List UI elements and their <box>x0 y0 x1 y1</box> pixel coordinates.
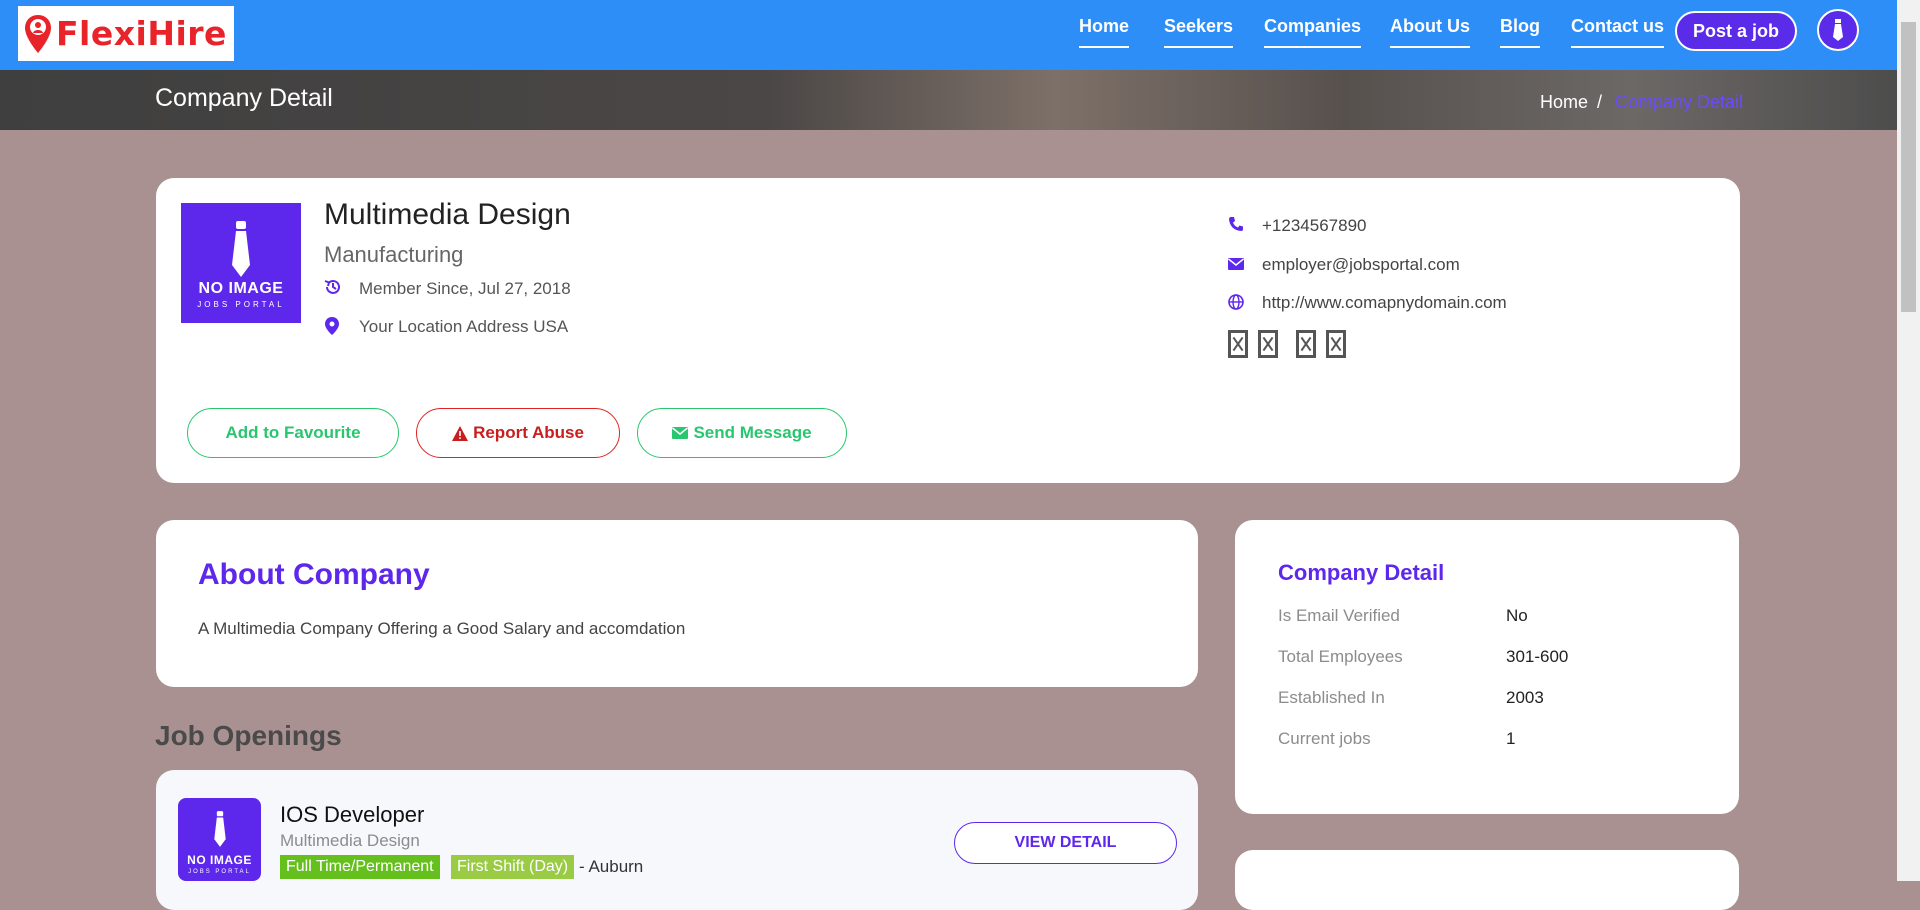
site-logo[interactable]: FlexiHire <box>18 6 234 61</box>
envelope-icon <box>1228 257 1244 275</box>
linkedin-icon[interactable] <box>1296 330 1316 358</box>
view-detail-button[interactable]: VIEW DETAIL <box>954 822 1177 864</box>
detail-label-total-employees: Total Employees <box>1278 647 1403 666</box>
map-pin-logo-icon <box>24 14 52 54</box>
company-detail-heading: Company Detail <box>1278 560 1445 585</box>
member-since: Member Since, Jul 27, 2018 <box>359 279 571 298</box>
report-abuse-button[interactable]: Report Abuse <box>416 408 620 458</box>
company-website[interactable]: http://www.comapnydomain.com <box>1262 293 1507 313</box>
send-message-label: Send Message <box>693 423 812 442</box>
detail-value-email-verified: No <box>1506 606 1528 625</box>
instagram-icon[interactable] <box>1326 330 1346 358</box>
detail-label-established-in: Established In <box>1278 688 1385 707</box>
company-logo: NO IMAGE JOBS PORTAL <box>181 203 301 323</box>
add-to-favourite-button[interactable]: Add to Favourite <box>187 408 399 458</box>
history-icon <box>324 278 342 301</box>
logo-text: FlexiHire <box>56 14 227 53</box>
user-avatar[interactable] <box>1817 9 1859 51</box>
company-phone[interactable]: +1234567890 <box>1262 216 1366 236</box>
globe-icon <box>1228 294 1244 315</box>
company-name: Multimedia Design <box>324 198 571 231</box>
view-detail-label: VIEW DETAIL <box>1014 834 1117 851</box>
twitter-icon[interactable] <box>1258 330 1278 358</box>
job-company-logo: NO IMAGE JOBS PORTAL <box>178 798 261 881</box>
detail-value-established-in: 2003 <box>1506 688 1544 707</box>
nav-companies[interactable]: Companies <box>1264 16 1362 48</box>
company-location: Your Location Address USA <box>359 317 569 336</box>
phone-icon <box>1228 216 1244 237</box>
envelope-icon <box>672 427 689 439</box>
warning-icon <box>452 425 469 441</box>
breadcrumb-home[interactable]: Home <box>1540 92 1588 113</box>
about-company-card <box>156 520 1198 687</box>
location-pin-icon <box>325 317 339 340</box>
logo-placeholder-title: NO IMAGE <box>187 853 252 867</box>
nav-contact-us[interactable]: Contact us <box>1571 16 1665 48</box>
page-banner: Company Detail Home / Company Detail <box>0 70 1920 130</box>
top-navbar: FlexiHire Home Seekers Companies About U… <box>0 0 1920 70</box>
job-type-badge: Full Time/Permanent <box>280 855 440 879</box>
job-company: Multimedia Design <box>280 831 420 850</box>
post-job-button[interactable]: Post a job <box>1675 11 1797 51</box>
company-email[interactable]: employer@jobsportal.com <box>1262 255 1460 275</box>
detail-value-current-jobs: 1 <box>1506 729 1516 748</box>
job-shift-badge: First Shift (Day) <box>451 855 575 879</box>
logo-placeholder-title: NO IMAGE <box>198 280 284 297</box>
tie-icon <box>213 811 226 847</box>
nav-seekers[interactable]: Seekers <box>1164 16 1234 48</box>
breadcrumb-separator: / <box>1597 92 1603 112</box>
about-company-text: A Multimedia Company Offering a Good Sal… <box>198 619 686 638</box>
job-location: - Auburn <box>579 857 644 876</box>
scrollbar-thumb[interactable] <box>1901 22 1916 312</box>
company-industry: Manufacturing <box>324 242 464 267</box>
nav-about-us[interactable]: About Us <box>1390 16 1470 48</box>
job-openings-heading: Job Openings <box>155 720 342 751</box>
detail-value-total-employees: 301-600 <box>1506 647 1569 666</box>
logo-placeholder-sub: JOBS PORTAL <box>188 869 251 875</box>
tie-icon <box>1833 19 1843 41</box>
nav-blog[interactable]: Blog <box>1500 16 1540 48</box>
vertical-scrollbar[interactable] <box>1897 0 1920 881</box>
send-message-button[interactable]: Send Message <box>637 408 847 458</box>
detail-label-email-verified: Is Email Verified <box>1278 606 1400 625</box>
tie-icon <box>232 221 250 277</box>
report-abuse-label: Report Abuse <box>473 423 584 442</box>
breadcrumb-current: Company Detail <box>1615 92 1744 112</box>
nav-home[interactable]: Home <box>1079 16 1130 48</box>
sidebar-card <box>1235 850 1739 910</box>
facebook-icon[interactable] <box>1228 330 1248 358</box>
page-title: Company Detail <box>155 84 333 112</box>
logo-placeholder-sub: JOBS PORTAL <box>197 300 285 309</box>
job-title[interactable]: IOS Developer <box>280 802 424 828</box>
add-to-favourite-label: Add to Favourite <box>225 423 361 442</box>
detail-label-current-jobs: Current jobs <box>1278 729 1371 748</box>
about-company-heading: About Company <box>198 558 430 591</box>
